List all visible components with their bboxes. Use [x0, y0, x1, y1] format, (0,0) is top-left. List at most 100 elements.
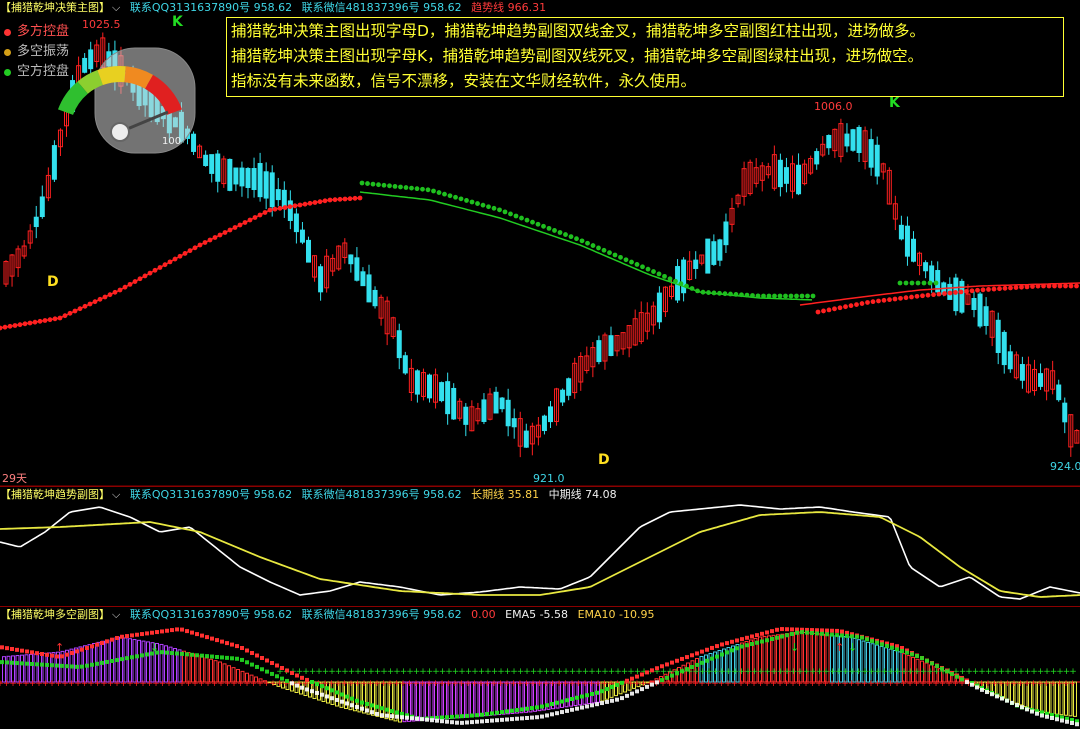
- ema-dot: [710, 656, 714, 661]
- candle-body: [983, 306, 989, 326]
- trend-dot: [590, 243, 596, 248]
- trend-dot: [1068, 283, 1074, 289]
- trend-dot: [925, 292, 931, 298]
- trend-dot: [302, 201, 308, 207]
- ema-dot: [45, 652, 49, 657]
- ema-dot: [305, 687, 309, 692]
- main-chart-pane[interactable]: 【捕猎乾坤决策主图】 ⌵ 联系QQ3131637890号 958.62 联系微信4…: [0, 0, 1080, 486]
- trend-dot: [202, 240, 208, 245]
- ema-dot: [185, 652, 189, 657]
- chevron-down-icon[interactable]: ⌵: [112, 488, 120, 501]
- trend-pane-title[interactable]: 【捕猎乾坤趋势副图】: [0, 488, 110, 501]
- ema-dot: [750, 642, 754, 646]
- trend-dot: [986, 287, 991, 292]
- candle-body: [814, 151, 820, 165]
- candle-body: [796, 164, 802, 195]
- power-histogram-bar: [159, 643, 164, 683]
- ema-dot: [80, 664, 84, 669]
- ema-dot: [970, 682, 974, 687]
- gauge-hub: [110, 122, 130, 142]
- trend-subchart-pane[interactable]: 【捕猎乾坤趋势副图】 ⌵ 联系QQ3131637890号 958.62 联系微信4…: [0, 486, 1080, 607]
- ema-dot: [40, 662, 44, 667]
- ema-dot: [575, 695, 579, 700]
- ema-dot: [60, 654, 64, 659]
- trend-dot: [933, 280, 939, 286]
- ema-dot: [840, 633, 844, 638]
- candle-body: [777, 159, 783, 188]
- ema-dot: [165, 650, 169, 655]
- trend-dot: [162, 262, 168, 268]
- candle-body: [451, 387, 457, 420]
- power-subchart-pane[interactable]: 【捕猎乾坤多空副图】 ⌵ 联系QQ3131637890号 958.62 联系微信4…: [0, 606, 1080, 729]
- ema-dot: [375, 711, 379, 716]
- trend-dot: [282, 205, 288, 210]
- trend-dot: [232, 225, 238, 230]
- main-pane-title[interactable]: 【捕猎乾坤决策主图】: [0, 1, 110, 14]
- ema-dot: [310, 689, 314, 694]
- chevron-down-icon[interactable]: ⌵: [112, 1, 120, 14]
- ema-dot: [815, 631, 819, 636]
- candle-body: [215, 153, 221, 182]
- trend-dot: [574, 236, 579, 242]
- power-histogram-bar: [38, 653, 42, 683]
- ema-dot: [730, 639, 734, 644]
- trend-dot: [486, 204, 491, 210]
- ema-dot: [720, 652, 724, 657]
- trend-dot: [903, 280, 909, 286]
- trend-dot: [684, 283, 689, 289]
- price-low-mid: 921.0: [533, 472, 565, 485]
- strategy-note-box: 捕猎乾坤决策主图出现字母D，捕猎乾坤趋势副图双线金叉，捕猎乾坤多空副图红柱出现，…: [226, 17, 1064, 97]
- chevron-down-icon[interactable]: ⌵: [112, 608, 120, 621]
- candle-body: [959, 280, 965, 313]
- yellow-dot-icon: [4, 48, 11, 56]
- trend-dot: [651, 269, 656, 274]
- trend-dot: [953, 290, 958, 295]
- ema-dot: [225, 641, 229, 646]
- ema-dot: [640, 672, 644, 677]
- ema-dot: [305, 677, 309, 682]
- ema-dot: [980, 687, 984, 692]
- ema-dot: [10, 660, 14, 665]
- trend-dot: [491, 205, 497, 211]
- ema-dot: [45, 662, 49, 667]
- ema-dot: [20, 661, 24, 666]
- ema-dot: [645, 670, 649, 675]
- ema-dot: [455, 714, 459, 719]
- trend-dot: [475, 201, 480, 206]
- ema-dot: [615, 682, 619, 687]
- trend-dot: [717, 290, 722, 296]
- trend-dot: [37, 318, 43, 324]
- ema-dot: [695, 662, 699, 667]
- ema-dot: [55, 654, 59, 659]
- trend-dot: [969, 288, 975, 294]
- power-pane-title[interactable]: 【捕猎乾坤多空副图】: [0, 608, 110, 621]
- trend-dot: [921, 280, 927, 286]
- trend-dot: [920, 293, 925, 299]
- ema-dot: [905, 650, 909, 655]
- candle-body: [299, 229, 305, 243]
- trend-dot: [947, 290, 953, 296]
- main-pane-header: 【捕猎乾坤决策主图】 ⌵ 联系QQ3131637890号 958.62 联系微信4…: [0, 0, 552, 16]
- ema-dot: [655, 680, 659, 685]
- ema-dot: [735, 646, 739, 651]
- ema-dot: [355, 698, 359, 703]
- trend-dot: [469, 199, 475, 205]
- trend-dot: [12, 323, 18, 328]
- trend-dot: [519, 215, 524, 221]
- trend-dot: [805, 293, 810, 299]
- ema-dot: [1045, 714, 1049, 719]
- trend-dot: [297, 202, 303, 208]
- trend-dot: [750, 293, 755, 298]
- ema-dot: [445, 719, 449, 724]
- ema-dot: [275, 674, 279, 679]
- ema-dot: [15, 661, 19, 666]
- trend-dot: [307, 200, 313, 206]
- trend-dot: [897, 280, 903, 286]
- gauge-band: [97, 66, 126, 86]
- ema-dot: [765, 638, 769, 643]
- power-histogram-bar: [137, 639, 141, 683]
- trend-dot: [222, 230, 228, 235]
- trend-dot: [387, 183, 392, 189]
- trend-dot: [359, 180, 365, 186]
- trend-dot: [1024, 284, 1030, 290]
